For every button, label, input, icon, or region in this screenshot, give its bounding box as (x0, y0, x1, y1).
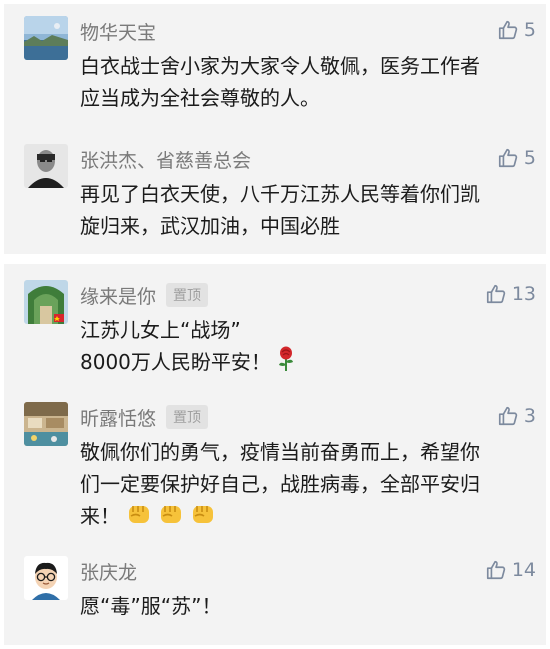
comment-text: 江苏儿女上“战场” 8000万人民盼平安！ (80, 314, 536, 381)
comment-line: 应当成为全社会尊敬的人。 (80, 86, 320, 110)
comment-item: 昕露恬悠 置顶 3 敬佩你们的勇气，疫情当前奋勇而上，希望你 们一定要保护好自己… (4, 402, 546, 542)
fist-icon (158, 500, 184, 535)
like-button[interactable]: 5 (497, 19, 536, 41)
fist-icon (190, 500, 216, 535)
like-count: 13 (511, 283, 536, 305)
like-count: 5 (523, 147, 536, 169)
comments-section-top: 物华天宝 5 白衣战士舍小家为大家令人敬佩，医务工作者 应当成为全社会尊敬的人。 (4, 4, 546, 254)
thumbs-up-icon (498, 148, 518, 168)
avatar[interactable] (24, 556, 68, 600)
thumbs-up-icon (486, 284, 505, 304)
comment-line: 再见了白衣天使，八千万江苏人民等着你们凯 (80, 182, 480, 206)
avatar[interactable] (24, 144, 68, 188)
thumbs-up-icon (498, 20, 518, 40)
like-button[interactable]: 13 (485, 283, 536, 305)
comment-text: 再见了白衣天使，八千万江苏人民等着你们凯 旋归来，武汉加油，中国必胜 (80, 178, 536, 242)
fist-icon (126, 500, 152, 535)
comment-text: 愿“毒”服“苏”！ (80, 590, 536, 622)
thumbs-up-icon (498, 406, 518, 426)
comment-line: 江苏儿女上“战场” (80, 318, 241, 342)
comment-item: 张洪杰、省慈善总会 5 再见了白衣天使，八千万江苏人民等着你们凯 旋归来，武汉加… (4, 144, 546, 254)
like-button[interactable]: 3 (497, 405, 536, 427)
comment-text: 白衣战士舍小家为大家令人敬佩，医务工作者 应当成为全社会尊敬的人。 (80, 50, 536, 114)
commenter-name[interactable]: 张洪杰、省慈善总会 (80, 146, 251, 173)
thumbs-up-icon (486, 560, 505, 580)
like-count: 5 (523, 19, 536, 41)
comment-line: 来！ (80, 504, 120, 528)
comment-line: 敬佩你们的勇气，疫情当前奋勇而上，希望你 (80, 440, 480, 464)
pinned-badge: 置顶 (166, 283, 209, 307)
like-button[interactable]: 14 (485, 559, 536, 581)
comment-line: 8000万人民盼平安！ (80, 350, 271, 374)
comment-line: 愿“毒”服“苏”！ (80, 594, 222, 618)
comment-text: 敬佩你们的勇气，疫情当前奋勇而上，希望你 们一定要保护好自己，战胜病毒，全部平安… (80, 436, 536, 535)
comment-item: 物华天宝 5 白衣战士舍小家为大家令人敬佩，医务工作者 应当成为全社会尊敬的人。 (4, 16, 546, 126)
comment-line-with-emoji: 8000万人民盼平安！ (80, 346, 536, 381)
comments-page: 物华天宝 5 白衣战士舍小家为大家令人敬佩，医务工作者 应当成为全社会尊敬的人。 (0, 0, 550, 649)
rose-icon (277, 346, 295, 381)
like-button[interactable]: 5 (497, 147, 536, 169)
comment-item: 张庆龙 14 愿“毒”服“苏”！ (4, 556, 546, 636)
commenter-name[interactable]: 昕露恬悠 (80, 404, 156, 431)
commenter-name[interactable]: 物华天宝 (80, 18, 156, 45)
comment-line-with-emoji: 来！ (80, 500, 536, 535)
like-count: 14 (511, 559, 536, 581)
comment-line: 白衣战士舍小家为大家令人敬佩，医务工作者 (80, 54, 480, 78)
avatar[interactable] (24, 16, 68, 60)
commenter-name[interactable]: 缘来是你 (80, 282, 156, 309)
avatar[interactable] (24, 402, 68, 446)
comment-item: 缘来是你 置顶 13 江苏儿女上“战场” 8000万人民盼平安！ (4, 280, 546, 390)
comment-line: 们一定要保护好自己，战胜病毒，全部平安归 (80, 472, 480, 496)
comments-section-bottom: 缘来是你 置顶 13 江苏儿女上“战场” 8000万人民盼平安！ 昕露恬悠 置顶… (4, 264, 546, 645)
commenter-name[interactable]: 张庆龙 (80, 558, 137, 585)
pinned-badge: 置顶 (166, 405, 209, 429)
comment-line: 旋归来，武汉加油，中国必胜 (80, 214, 340, 238)
avatar[interactable] (24, 280, 68, 324)
like-count: 3 (523, 405, 536, 427)
